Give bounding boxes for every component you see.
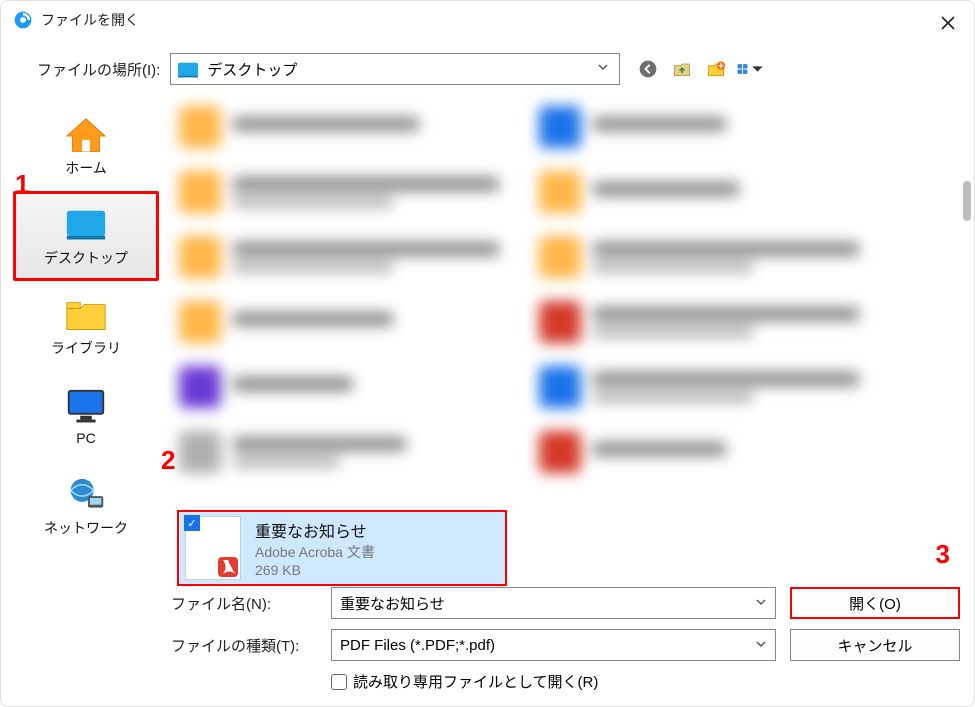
filetype-value: PDF Files (*.PDF;*.pdf) bbox=[340, 637, 495, 654]
location-value: デスクトップ bbox=[207, 59, 593, 80]
filename-label: ファイル名(N): bbox=[171, 593, 331, 614]
file-thumbnail: ✓ bbox=[185, 516, 241, 580]
view-menu-button[interactable] bbox=[736, 55, 764, 83]
toolbar-icons bbox=[634, 55, 764, 83]
readonly-label: 読み取り専用ファイルとして開く(R) bbox=[353, 671, 598, 692]
pc-monitor-icon bbox=[63, 386, 109, 426]
places-sidebar: ホーム デスクトップ ライブラリ PC bbox=[1, 91, 171, 586]
places-item-label: PC bbox=[76, 430, 95, 446]
file-size: 269 KB bbox=[255, 562, 375, 578]
file-item-selected[interactable]: ✓ 重要なお知らせ Adobe Acroba 文書 269 KB bbox=[177, 510, 507, 586]
filename-combobox[interactable]: 重要なお知らせ bbox=[331, 587, 776, 619]
app-icon bbox=[13, 10, 33, 30]
places-item-label: ネットワーク bbox=[44, 518, 128, 538]
button-label: 開く(O) bbox=[849, 593, 901, 614]
places-item-network[interactable]: ネットワーク bbox=[13, 461, 159, 551]
places-item-pc[interactable]: PC bbox=[13, 371, 159, 461]
file-list-pane[interactable]: ✓ 重要なお知らせ Adobe Acroba 文書 269 KB bbox=[171, 91, 974, 586]
chevron-down-icon bbox=[593, 60, 613, 78]
chevron-down-icon bbox=[755, 595, 767, 612]
new-folder-icon bbox=[706, 59, 726, 79]
home-icon bbox=[63, 114, 109, 154]
back-button[interactable] bbox=[634, 55, 662, 83]
close-button[interactable] bbox=[936, 11, 960, 35]
file-type: Adobe Acroba 文書 bbox=[255, 542, 375, 562]
chevron-down-icon bbox=[755, 637, 767, 654]
location-toolbar: ファイルの場所(I): デスクトップ bbox=[1, 39, 974, 95]
open-button[interactable]: 開く(O) bbox=[790, 587, 960, 619]
close-icon bbox=[940, 15, 956, 31]
library-folder-icon bbox=[63, 294, 109, 334]
network-globe-icon bbox=[63, 474, 109, 514]
filetype-label: ファイルの種類(T): bbox=[171, 635, 331, 656]
folder-up-icon bbox=[672, 59, 692, 79]
places-item-library[interactable]: ライブラリ bbox=[13, 281, 159, 371]
annotation-1: 1 bbox=[15, 169, 29, 200]
up-one-level-button[interactable] bbox=[668, 55, 696, 83]
readonly-checkbox-row[interactable]: 読み取り専用ファイルとして開く(R) bbox=[331, 671, 960, 692]
location-combobox[interactable]: デスクトップ bbox=[170, 53, 620, 85]
file-open-dialog: ファイルを開く ファイルの場所(I): デスクトップ bbox=[0, 0, 975, 707]
view-grid-icon bbox=[736, 59, 749, 79]
places-item-label: ライブラリ bbox=[51, 338, 121, 358]
selected-check-icon: ✓ bbox=[184, 515, 200, 531]
annotation-3: 3 bbox=[936, 539, 950, 570]
filetype-combobox[interactable]: PDF Files (*.PDF;*.pdf) bbox=[331, 629, 776, 661]
file-metadata: 重要なお知らせ Adobe Acroba 文書 269 KB bbox=[255, 518, 375, 578]
annotation-2: 2 bbox=[161, 445, 175, 476]
window-title: ファイルを開く bbox=[41, 10, 139, 30]
scrollbar[interactable] bbox=[960, 91, 974, 586]
places-item-label: ホーム bbox=[65, 158, 107, 178]
places-item-home[interactable]: ホーム bbox=[13, 101, 159, 191]
back-arrow-icon bbox=[638, 59, 658, 79]
places-item-label: デスクトップ bbox=[44, 248, 128, 268]
blurred-file-grid bbox=[179, 99, 966, 479]
scrollbar-thumb[interactable] bbox=[963, 181, 971, 221]
file-name: 重要なお知らせ bbox=[255, 518, 375, 542]
filename-value: 重要なお知らせ bbox=[340, 593, 445, 614]
dialog-body: ホーム デスクトップ ライブラリ PC bbox=[1, 91, 974, 586]
location-label: ファイルの場所(I): bbox=[37, 59, 160, 80]
desktop-folder-icon bbox=[177, 60, 199, 78]
places-item-desktop[interactable]: デスクトップ bbox=[13, 191, 159, 281]
desktop-icon bbox=[63, 204, 109, 244]
readonly-checkbox[interactable] bbox=[331, 674, 347, 690]
button-label: キャンセル bbox=[837, 635, 912, 656]
new-folder-button[interactable] bbox=[702, 55, 730, 83]
titlebar: ファイルを開く bbox=[1, 1, 974, 39]
cancel-button[interactable]: キャンセル bbox=[790, 629, 960, 661]
pdf-badge-icon bbox=[218, 557, 238, 577]
dialog-footer: ファイル名(N): 重要なお知らせ 開く(O) ファイルの種類(T): PDF … bbox=[171, 587, 960, 692]
chevron-down-icon bbox=[751, 59, 764, 79]
